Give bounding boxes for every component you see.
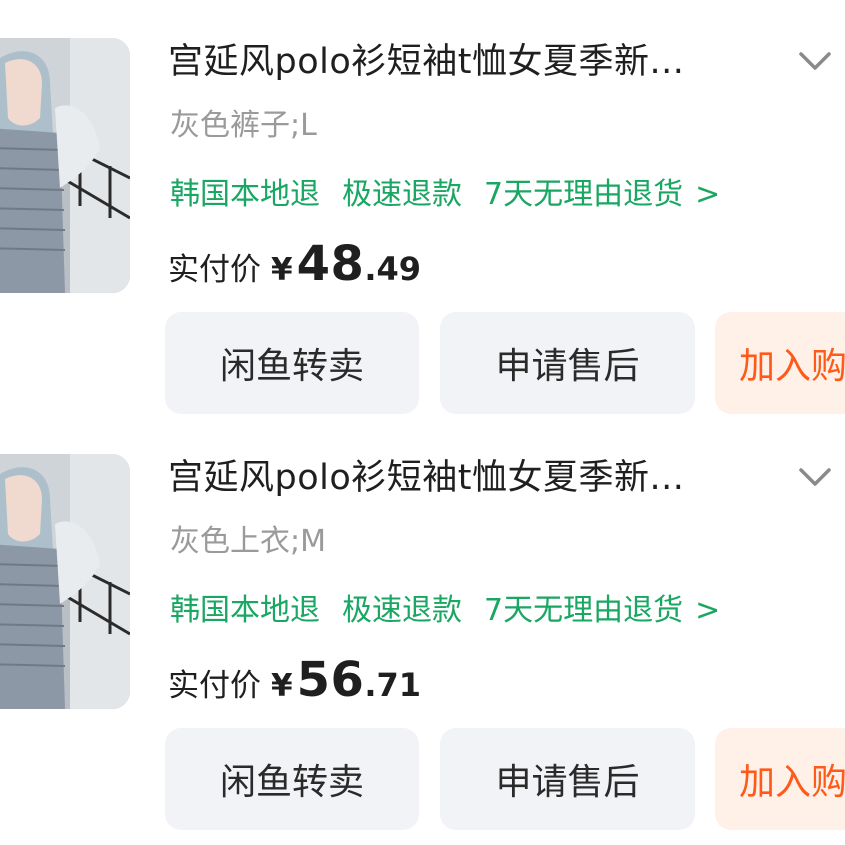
order-list: 宫延风polo衫短袖t恤女夏季新... 灰色裤子;L 韩国本地退 极速退款 7天… — [0, 0, 845, 845]
price-integer: 56 — [296, 652, 365, 708]
add-to-cart-button[interactable]: 加入购 — [715, 312, 845, 414]
service-tags[interactable]: 韩国本地退 极速退款 7天无理由退货 > — [170, 172, 720, 218]
price-decimal: .49 — [364, 250, 422, 288]
after-sale-button[interactable]: 申请售后 — [440, 312, 695, 414]
resell-button[interactable]: 闲鱼转卖 — [165, 312, 419, 414]
price-row: 实付价 ¥ 48 .49 — [168, 236, 421, 296]
tag-fast-refund: 极速退款 — [342, 177, 462, 212]
chevron-down-icon[interactable] — [795, 460, 835, 492]
order-item: 宫延风polo衫短袖t恤女夏季新... 灰色裤子;L 韩国本地退 极速退款 7天… — [0, 0, 845, 416]
tag-7day-return: 7天无理由退货 — [484, 177, 684, 212]
order-item: 宫延风polo衫短袖t恤女夏季新... 灰色上衣;M 韩国本地退 极速退款 7天… — [0, 416, 845, 832]
add-to-cart-button[interactable]: 加入购 — [715, 728, 845, 830]
product-photo-icon — [0, 454, 130, 709]
product-thumbnail[interactable] — [0, 454, 130, 709]
price-row: 实付价 ¥ 56 .71 — [168, 652, 421, 712]
price-currency: ¥ — [271, 252, 293, 288]
tag-local-return: 韩国本地退 — [170, 177, 320, 212]
price-label: 实付价 — [168, 668, 261, 704]
product-title[interactable]: 宫延风polo衫短袖t恤女夏季新... — [168, 38, 684, 86]
tag-7day-return: 7天无理由退货 — [484, 593, 684, 628]
tag-fast-refund: 极速退款 — [342, 593, 462, 628]
price-integer: 48 — [296, 236, 365, 292]
product-photo-icon — [0, 38, 130, 293]
tag-local-return: 韩国本地退 — [170, 593, 320, 628]
product-sku: 灰色上衣;M — [170, 524, 326, 559]
chevron-down-icon[interactable] — [795, 44, 835, 76]
after-sale-button[interactable]: 申请售后 — [440, 728, 695, 830]
product-title[interactable]: 宫延风polo衫短袖t恤女夏季新... — [168, 454, 684, 502]
product-thumbnail[interactable] — [0, 38, 130, 293]
service-tags[interactable]: 韩国本地退 极速退款 7天无理由退货 > — [170, 588, 720, 634]
price-label: 实付价 — [168, 252, 261, 288]
price-decimal: .71 — [364, 666, 422, 704]
chevron-right-icon[interactable]: > — [695, 172, 720, 218]
chevron-right-icon[interactable]: > — [695, 588, 720, 634]
resell-button[interactable]: 闲鱼转卖 — [165, 728, 419, 830]
product-sku: 灰色裤子;L — [170, 108, 317, 143]
price-currency: ¥ — [271, 668, 293, 704]
